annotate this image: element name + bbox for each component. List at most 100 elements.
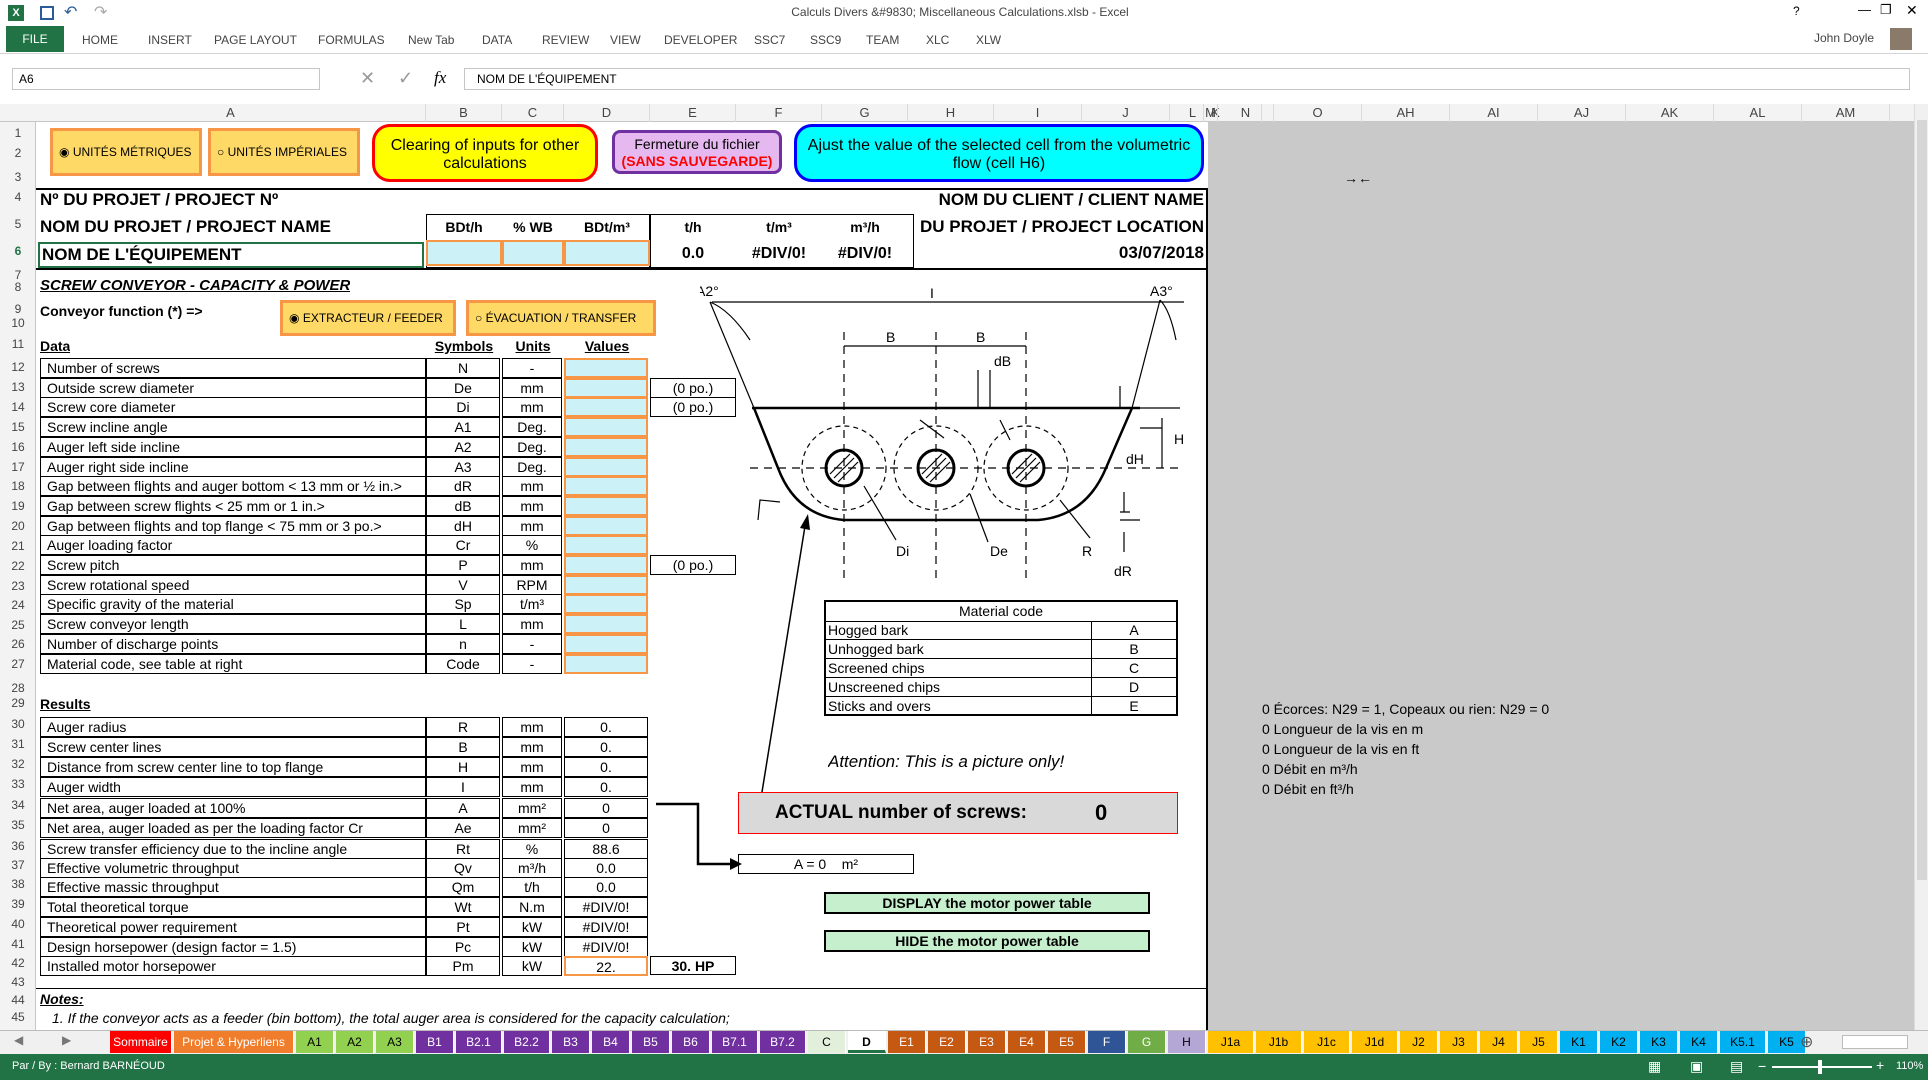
row-header[interactable]: 27 [0,657,36,671]
column-header-ai[interactable]: AI [1450,104,1538,122]
zoom-out-icon[interactable]: − [1758,1058,1766,1074]
row-header[interactable]: 11 [0,337,36,351]
sheet-tab[interactable]: J3 [1440,1031,1478,1053]
row-header[interactable]: 3 [0,170,36,184]
row-header[interactable]: 5 [0,217,36,231]
sheet-tab[interactable]: E4 [1008,1031,1046,1053]
prev-sheet-icon[interactable]: ◀ [14,1033,23,1047]
help-button[interactable]: ? [1793,4,1800,18]
vertical-scrollbar[interactable] [1914,104,1928,1030]
row-header[interactable]: 16 [0,440,36,454]
close-file-button[interactable]: Fermeture du fichier (SANS SAUVEGARDE) [612,130,782,174]
sheet-tab[interactable]: C [808,1031,846,1053]
row-header[interactable]: 36 [0,839,36,853]
zoom-in-icon[interactable]: + [1876,1057,1884,1073]
column-header-o[interactable]: O [1274,104,1362,122]
row-header[interactable]: 21 [0,539,36,553]
sheet-tab[interactable]: B5 [632,1031,670,1053]
row-header[interactable]: 45 [0,1010,36,1024]
row-header[interactable]: 24 [0,598,36,612]
row-header[interactable]: 13 [0,380,36,394]
row-header[interactable]: 28 [0,681,36,695]
sheet-tab[interactable]: K3 [1640,1031,1678,1053]
scrollbar-thumb[interactable] [1917,120,1927,880]
row-header[interactable]: 2 [0,146,36,160]
column-header-ak[interactable]: AK [1626,104,1714,122]
zoom-level[interactable]: 110% [1896,1060,1923,1072]
row-header[interactable]: 35 [0,818,36,832]
data-value-input[interactable] [564,574,648,595]
row-header[interactable]: 8 [0,280,36,294]
sheet-tab[interactable]: J4 [1480,1031,1518,1053]
next-sheet-icon[interactable]: ▶ [62,1033,71,1047]
data-value-input[interactable] [564,633,648,654]
sheet-tab[interactable]: J5 [1520,1031,1558,1053]
sheet-tab[interactable]: Sommaire [110,1031,172,1053]
row-header[interactable]: 25 [0,618,36,632]
row-header[interactable]: 9 [0,302,36,316]
data-value-input[interactable] [564,495,648,516]
sheet-tab[interactable]: B2.2 [504,1031,550,1053]
sheet-tab[interactable]: B1 [416,1031,454,1053]
column-header-ah[interactable]: AH [1362,104,1450,122]
data-value-input[interactable] [564,358,648,378]
sheet-tab[interactable]: J1d [1352,1031,1398,1053]
data-value-input[interactable] [564,555,648,575]
sheet-tab[interactable]: B6 [672,1031,710,1053]
sheet-tab[interactable]: J2 [1400,1031,1438,1053]
row-header[interactable]: 15 [0,420,36,434]
sheet-tab[interactable]: K1 [1560,1031,1598,1053]
row-header[interactable]: 22 [0,559,36,573]
column-header-n[interactable]: N [1218,104,1274,122]
sheet-tab[interactable]: E1 [888,1031,926,1053]
add-sheet-icon[interactable]: ⊕ [1800,1032,1813,1052]
sheet-tab[interactable]: B4 [592,1031,630,1053]
hide-motor-table-button[interactable]: HIDE the motor power table [824,930,1150,952]
row-header[interactable]: 29 [0,696,36,710]
horizontal-scrollbar[interactable] [1842,1035,1908,1049]
data-value-input[interactable] [564,436,648,457]
row-header[interactable]: 19 [0,499,36,513]
row-header[interactable]: 30 [0,717,36,731]
sheet-tab[interactable]: J1c [1304,1031,1350,1053]
display-motor-table-button[interactable]: DISPLAY the motor power table [824,892,1150,914]
user-name[interactable]: John Doyle [1814,31,1874,45]
row-header[interactable]: 40 [0,917,36,931]
data-value-input[interactable] [564,515,648,536]
row-header[interactable]: 10 [0,316,36,330]
data-value-input[interactable] [564,456,648,477]
sheet-tab[interactable]: E5 [1048,1031,1086,1053]
input-bdtm3[interactable] [564,240,650,266]
avatar[interactable] [1890,28,1912,50]
row-header[interactable]: 23 [0,579,36,593]
row-header[interactable]: 31 [0,737,36,751]
sheet-tab[interactable]: J1a [1208,1031,1254,1053]
data-value-input[interactable] [564,397,648,418]
sheet-tab[interactable]: H [1168,1031,1206,1053]
data-value-input[interactable] [564,594,648,615]
sheet-tab[interactable]: A2 [336,1031,374,1053]
row-header[interactable]: 39 [0,897,36,911]
row-header[interactable]: 14 [0,400,36,414]
adjust-value-button[interactable]: Ajust the value of the selected cell fro… [794,124,1204,182]
sheet-tab[interactable]: A1 [296,1031,334,1053]
normal-view-icon[interactable]: ▦ [1648,1058,1661,1075]
row-header[interactable]: 17 [0,460,36,474]
sheet-tab[interactable]: G [1128,1031,1166,1053]
column-header-am[interactable]: AM [1802,104,1890,122]
row-header[interactable]: 26 [0,637,36,651]
row-header[interactable]: 1 [0,126,36,140]
sheet-tab[interactable]: K2 [1600,1031,1638,1053]
data-value-input[interactable] [564,476,648,497]
sheet-tab[interactable]: K4 [1680,1031,1718,1053]
sheet-tab[interactable]: F [1088,1031,1126,1053]
data-value-input[interactable] [564,614,648,635]
sheet-tab[interactable]: D [848,1031,886,1053]
input-wb[interactable] [502,240,564,266]
imperial-units-radio[interactable]: ○ UNITÉS IMPÉRIALES [208,128,360,176]
sheet-tab[interactable]: B7.2 [760,1031,806,1053]
zoom-slider-thumb[interactable] [1818,1060,1822,1074]
row-header[interactable]: 6 [0,244,36,258]
column-header-aj[interactable]: AJ [1538,104,1626,122]
row-header[interactable]: 33 [0,777,36,791]
